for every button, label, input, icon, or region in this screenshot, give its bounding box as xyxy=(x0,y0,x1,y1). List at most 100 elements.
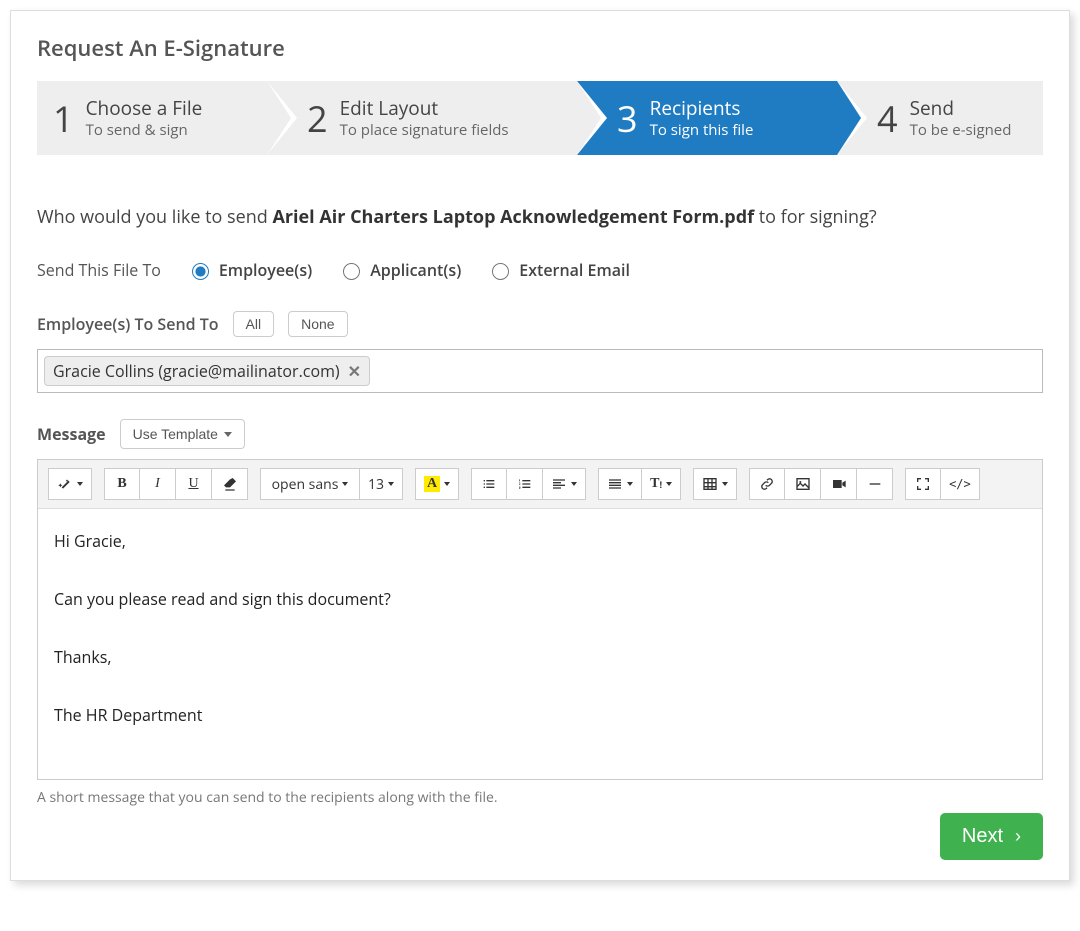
caret-down-icon xyxy=(224,432,232,437)
step-edit-layout[interactable]: 2 Edit Layout To place signature fields xyxy=(267,81,577,155)
table-button[interactable] xyxy=(693,468,737,500)
radio-applicants[interactable]: Applicant(s) xyxy=(338,259,461,281)
prompt-filename: Ariel Air Charters Laptop Acknowledgemen… xyxy=(272,205,754,229)
next-button[interactable]: Next › xyxy=(940,813,1043,860)
step-number: 4 xyxy=(877,94,898,143)
page-title: Request An E-Signature xyxy=(37,33,1043,63)
employees-row: Employee(s) To Send To All None xyxy=(37,311,1043,337)
image-button[interactable] xyxy=(785,468,821,500)
remove-token-icon[interactable]: ✕ xyxy=(348,360,361,382)
code-icon: </> xyxy=(949,477,971,491)
send-to-row: Send This File To Employee(s) Applicant(… xyxy=(37,259,1043,281)
video-button[interactable] xyxy=(821,468,857,500)
employee-token-text: Gracie Collins (gracie@mailinator.com) xyxy=(53,360,340,382)
step-number: 1 xyxy=(53,94,74,143)
select-all-button[interactable]: All xyxy=(233,311,275,337)
step-title: Recipients xyxy=(650,97,754,121)
caret-down-icon xyxy=(444,482,450,486)
step-number: 2 xyxy=(307,94,328,143)
step-number: 3 xyxy=(617,94,638,143)
caret-down-icon xyxy=(666,482,672,486)
align-icon xyxy=(551,476,567,492)
select-none-button[interactable]: None xyxy=(288,311,347,337)
italic-button[interactable]: I xyxy=(140,468,176,500)
text-style-button[interactable]: T! xyxy=(642,468,681,500)
employees-label: Employee(s) To Send To xyxy=(37,313,219,335)
font-color-button[interactable]: A xyxy=(415,468,459,500)
step-title: Edit Layout xyxy=(340,97,509,121)
video-icon xyxy=(831,476,847,492)
caret-down-icon xyxy=(627,482,633,486)
caret-down-icon xyxy=(722,482,728,486)
radio-employees[interactable]: Employee(s) xyxy=(187,259,312,281)
caret-down-icon xyxy=(342,482,348,486)
message-helper-text: A short message that you can send to the… xyxy=(37,788,1043,807)
use-template-label: Use Template xyxy=(133,426,218,442)
step-title: Send xyxy=(910,97,1012,121)
font-size-value: 13 xyxy=(368,475,384,494)
list-ol-icon xyxy=(517,476,533,492)
step-sub: To send & sign xyxy=(86,121,203,140)
radio-external-input[interactable] xyxy=(492,263,509,280)
prompt-suffix: to for signing? xyxy=(754,205,877,229)
hr-button[interactable] xyxy=(857,468,893,500)
font-select-value: open sans xyxy=(272,475,339,494)
expand-icon xyxy=(915,476,931,492)
step-sub: To be e-signed xyxy=(910,121,1012,140)
radio-applicants-label: Applicant(s) xyxy=(370,259,461,281)
message-line: Thanks, xyxy=(54,645,1026,669)
step-send[interactable]: 4 Send To be e-signed xyxy=(837,81,1043,155)
employees-token-input[interactable]: Gracie Collins (gracie@mailinator.com) ✕ xyxy=(37,349,1043,393)
message-editor: B I U open sans 13 A xyxy=(37,459,1043,780)
radio-external[interactable]: External Email xyxy=(487,259,630,281)
radio-employees-input[interactable] xyxy=(192,263,209,280)
ol-button[interactable] xyxy=(507,468,543,500)
recipients-prompt: Who would you like to send Ariel Air Cha… xyxy=(37,205,1043,229)
esignature-panel: Request An E-Signature 1 Choose a File T… xyxy=(10,10,1070,881)
paragraph-button[interactable] xyxy=(598,468,642,500)
minus-icon xyxy=(867,476,883,492)
caret-down-icon xyxy=(571,482,577,486)
next-button-label: Next xyxy=(962,825,1003,848)
wizard-stepper: 1 Choose a File To send & sign 2 Edit La… xyxy=(37,81,1043,155)
code-view-button[interactable]: </> xyxy=(941,468,980,500)
radio-applicants-input[interactable] xyxy=(343,263,360,280)
step-choose-file[interactable]: 1 Choose a File To send & sign xyxy=(37,81,267,155)
prompt-prefix: Who would you like to send xyxy=(37,205,272,229)
eraser-button[interactable] xyxy=(212,468,248,500)
message-label: Message xyxy=(37,423,106,445)
employee-token: Gracie Collins (gracie@mailinator.com) ✕ xyxy=(44,356,370,386)
editor-body[interactable]: Hi Gracie, Can you please read and sign … xyxy=(38,509,1042,779)
step-sub: To place signature fields xyxy=(340,121,509,140)
radio-employees-label: Employee(s) xyxy=(219,259,312,281)
highlight-a-icon: A xyxy=(424,476,440,492)
ul-button[interactable] xyxy=(471,468,507,500)
font-size-select[interactable]: 13 xyxy=(360,468,403,500)
use-template-button[interactable]: Use Template xyxy=(120,419,245,449)
step-title: Choose a File xyxy=(86,97,203,121)
bold-button[interactable]: B xyxy=(104,468,140,500)
eraser-icon xyxy=(222,476,238,492)
message-row: Message Use Template xyxy=(37,419,1043,449)
send-to-label: Send This File To xyxy=(37,259,161,281)
magic-button[interactable] xyxy=(48,468,92,500)
link-button[interactable] xyxy=(749,468,785,500)
radio-external-label: External Email xyxy=(519,259,630,281)
step-recipients[interactable]: 3 Recipients To sign this file xyxy=(577,81,837,155)
editor-toolbar: B I U open sans 13 A xyxy=(38,460,1042,509)
image-icon xyxy=(795,476,811,492)
message-line: Hi Gracie, xyxy=(54,529,1026,553)
font-select[interactable]: open sans xyxy=(260,468,360,500)
underline-button[interactable]: U xyxy=(176,468,212,500)
message-line: The HR Department xyxy=(54,703,1026,727)
align-button[interactable] xyxy=(543,468,586,500)
fullscreen-button[interactable] xyxy=(905,468,941,500)
caret-down-icon xyxy=(77,482,83,486)
step-sub: To sign this file xyxy=(650,121,754,140)
caret-down-icon xyxy=(388,482,394,486)
table-icon xyxy=(702,476,718,492)
magic-wand-icon xyxy=(57,476,73,492)
list-ul-icon xyxy=(481,476,497,492)
paragraph-icon xyxy=(607,476,623,492)
link-icon xyxy=(759,476,775,492)
